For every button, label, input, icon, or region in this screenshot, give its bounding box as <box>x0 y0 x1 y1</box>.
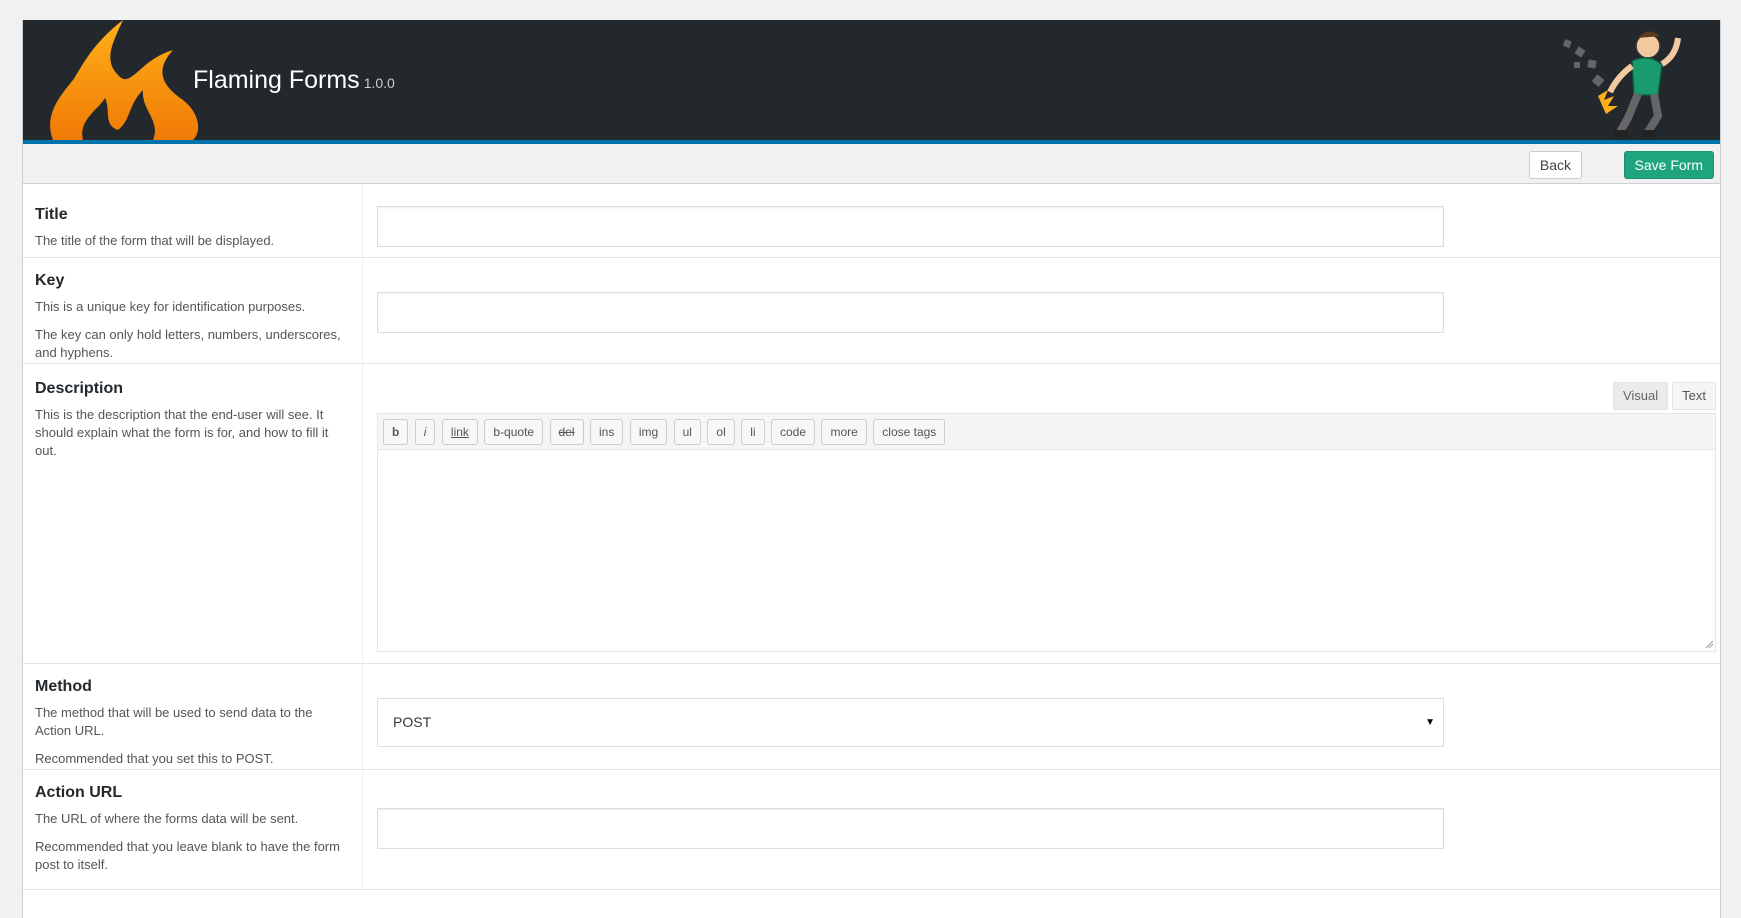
method-select[interactable]: POST ▼ <box>377 698 1444 747</box>
app-title: Flaming Forms 1.0.0 <box>193 66 395 95</box>
quicktag-ul-button[interactable]: ul <box>673 419 701 445</box>
field-label-column: Description This is the description that… <box>23 364 363 663</box>
app-version: 1.0.0 <box>363 75 395 91</box>
tab-text[interactable]: Text <box>1672 382 1716 410</box>
field-row-action-url: Action URL The URL of where the forms da… <box>23 770 1720 890</box>
method-select-value: POST <box>393 714 432 730</box>
field-row-method: Method The method that will be used to s… <box>23 664 1720 770</box>
app-window: Flaming Forms 1.0.0 Back Save Form Title… <box>22 20 1721 918</box>
tab-visual[interactable]: Visual <box>1612 382 1669 410</box>
quicktag-bold-button[interactable]: b <box>383 419 409 445</box>
field-row-description: Description This is the description that… <box>23 364 1720 664</box>
field-label-column: Action URL The URL of where the forms da… <box>23 770 363 889</box>
key-help-1: This is a unique key for identification … <box>35 299 306 314</box>
quicktag-close-tags-button[interactable]: close tags <box>873 419 946 445</box>
quicktag-ins-button[interactable]: ins <box>590 419 624 445</box>
app-name: Flaming Forms <box>193 66 360 94</box>
chevron-down-icon: ▼ <box>1425 717 1435 728</box>
field-input-column: POST ▼ <box>377 664 1720 769</box>
method-help-2: Recommended that you set this to POST. <box>35 751 274 766</box>
quicktag-link-button[interactable]: link <box>441 419 478 445</box>
description-label: Description <box>35 380 124 397</box>
quicktag-more-button[interactable]: more <box>821 419 867 445</box>
editor-tabs: Visual Text <box>1609 382 1716 410</box>
field-row-key: Key This is a unique key for identificat… <box>23 258 1720 364</box>
key-input[interactable] <box>377 292 1444 333</box>
quicktag-blockquote-button[interactable]: b-quote <box>484 419 544 445</box>
quicktag-img-button[interactable]: img <box>629 419 668 445</box>
title-help: The title of the form that will be displ… <box>35 233 275 248</box>
field-input-column <box>377 258 1720 363</box>
field-row-title: Title The title of the form that will be… <box>23 184 1720 258</box>
description-textarea[interactable] <box>377 450 1716 652</box>
running-man-mascot-icon <box>1562 31 1681 137</box>
quicktags-toolbar: b i link b-quote del ins img ul ol li co… <box>377 413 1716 450</box>
back-button[interactable]: Back <box>1528 151 1582 179</box>
description-help: This is the description that the end-use… <box>35 407 329 458</box>
title-label: Title <box>35 206 68 223</box>
action-url-help-2: Recommended that you leave blank to have… <box>35 839 340 872</box>
field-label-column: Key This is a unique key for identificat… <box>23 258 363 363</box>
quicktag-ol-button[interactable]: ol <box>707 419 735 445</box>
resize-grip-icon[interactable] <box>1705 640 1714 649</box>
field-input-column <box>377 184 1720 257</box>
flame-logo-icon <box>50 20 199 140</box>
action-url-input[interactable] <box>377 808 1444 849</box>
app-header: Flaming Forms 1.0.0 <box>23 20 1720 144</box>
quicktag-li-button[interactable]: li <box>741 419 765 445</box>
save-form-button[interactable]: Save Form <box>1623 151 1714 179</box>
quicktag-italic-button[interactable]: i <box>414 419 436 445</box>
quicktag-del-button[interactable]: del <box>549 419 584 445</box>
field-label-column: Title The title of the form that will be… <box>23 184 363 257</box>
key-label: Key <box>35 272 65 289</box>
method-label: Method <box>35 678 92 695</box>
method-help-1: The method that will be used to send dat… <box>35 705 313 738</box>
action-url-help-1: The URL of where the forms data will be … <box>35 811 299 826</box>
key-help-2: The key can only hold letters, numbers, … <box>35 327 341 360</box>
action-toolbar: Back Save Form <box>23 144 1720 184</box>
quicktag-code-button[interactable]: code <box>771 419 816 445</box>
field-label-column: Method The method that will be used to s… <box>23 664 363 769</box>
action-url-label: Action URL <box>35 784 123 801</box>
field-input-column <box>377 770 1720 889</box>
field-input-column: Visual Text b i link b-quote del ins img … <box>377 364 1720 663</box>
title-input[interactable] <box>377 206 1444 247</box>
